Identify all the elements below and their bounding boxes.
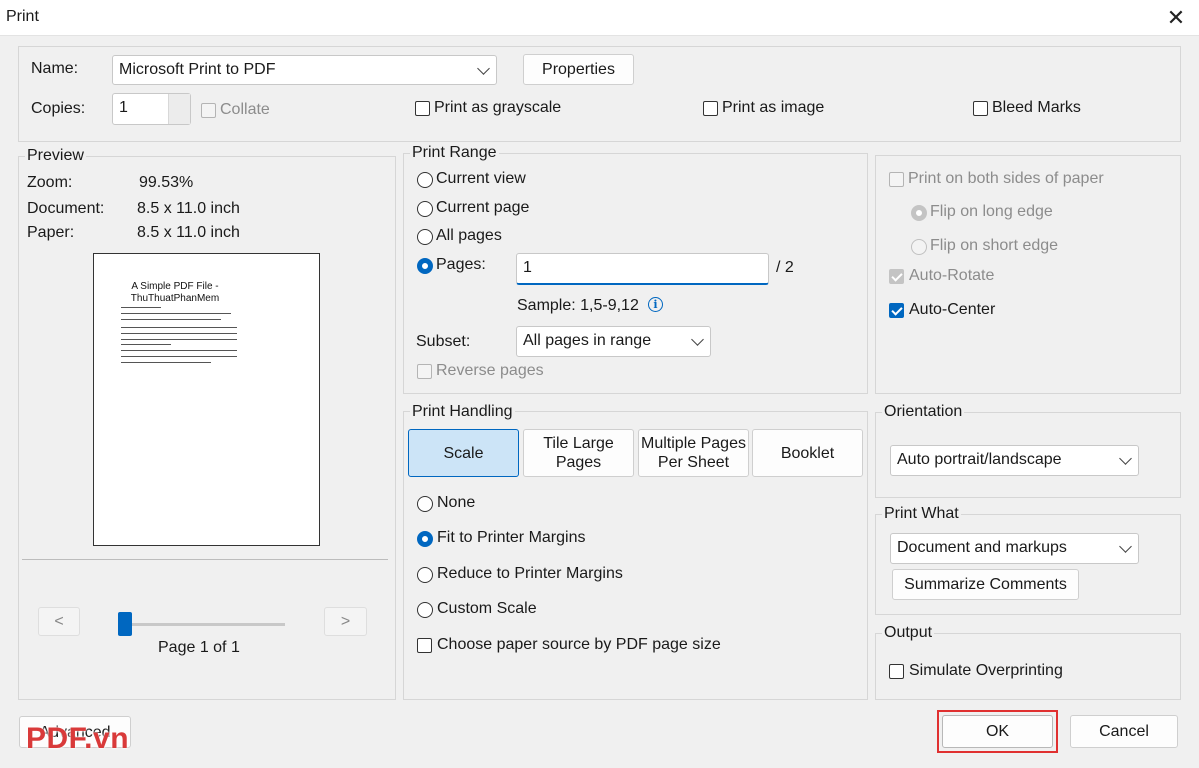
page-preview: A Simple PDF File - ThuThuatPhanMem xyxy=(93,253,320,546)
zoom-value: 99.53% xyxy=(139,174,194,191)
reduce-margins-label: Reduce to Printer Margins xyxy=(437,565,623,582)
flip-long-radio[interactable] xyxy=(911,205,927,221)
summarize-comments-button[interactable]: Summarize Comments xyxy=(892,569,1079,600)
chevron-down-icon xyxy=(477,62,490,75)
auto-rotate-label: Auto-Rotate xyxy=(909,267,995,284)
flip-long-label: Flip on long edge xyxy=(930,203,1053,220)
fit-margins-radio[interactable] xyxy=(417,531,433,547)
pages-value: 1 xyxy=(523,259,532,276)
tab-multi-line1: Multiple Pages xyxy=(641,435,746,452)
page-indicator: Page 1 of 1 xyxy=(158,639,240,656)
custom-scale-label: Custom Scale xyxy=(437,600,537,617)
paper-source-checkbox[interactable] xyxy=(417,638,432,653)
tab-multiple-pages[interactable]: Multiple Pages Per Sheet xyxy=(638,429,749,477)
page-slider-track[interactable] xyxy=(118,623,285,626)
tab-scale[interactable]: Scale xyxy=(408,429,519,477)
preview-legend: Preview xyxy=(25,147,86,165)
print-what-legend: Print What xyxy=(882,505,961,523)
both-sides-label: Print on both sides of paper xyxy=(908,170,1104,187)
cancel-button[interactable]: Cancel xyxy=(1070,715,1178,748)
print-handling-legend: Print Handling xyxy=(410,403,515,421)
bleed-marks-checkbox[interactable] xyxy=(973,101,988,116)
overprint-label: Simulate Overprinting xyxy=(909,662,1063,679)
copies-input[interactable]: 1 xyxy=(112,93,191,125)
print-as-image-label: Print as image xyxy=(722,99,825,116)
grayscale-checkbox[interactable] xyxy=(415,101,430,116)
tab-multi-line2: Per Sheet xyxy=(657,454,730,471)
grayscale-label: Print as grayscale xyxy=(434,99,562,116)
copies-value: 1 xyxy=(119,99,128,116)
printer-select-value: Microsoft Print to PDF xyxy=(119,61,276,78)
custom-scale-radio[interactable] xyxy=(417,602,433,618)
close-icon[interactable]: ✕ xyxy=(1162,4,1190,32)
overprint-checkbox[interactable] xyxy=(889,664,904,679)
print-what-value: Document and markups xyxy=(897,539,1067,556)
output-legend: Output xyxy=(882,624,935,642)
flip-short-radio[interactable] xyxy=(911,239,927,255)
pages-input[interactable]: 1 xyxy=(516,253,769,285)
auto-center-label: Auto-Center xyxy=(909,301,996,318)
subset-label: Subset: xyxy=(416,333,471,350)
flip-short-label: Flip on short edge xyxy=(930,237,1059,254)
document-label: Document: xyxy=(27,200,105,217)
subset-select[interactable]: All pages in range xyxy=(516,326,711,357)
auto-rotate-checkbox[interactable] xyxy=(889,269,904,284)
next-page-button[interactable]: > xyxy=(324,607,367,636)
bleed-marks-label: Bleed Marks xyxy=(992,99,1081,116)
current-view-radio[interactable] xyxy=(417,172,433,188)
all-pages-label: All pages xyxy=(436,227,502,244)
pages-label: Pages: xyxy=(436,256,486,273)
copies-label: Copies: xyxy=(31,100,86,117)
reverse-pages-label: Reverse pages xyxy=(436,362,544,379)
print-range-legend: Print Range xyxy=(410,144,499,162)
zoom-label: Zoom: xyxy=(27,174,73,191)
document-size: 8.5 x 11.0 inch xyxy=(137,200,240,217)
sample-text: Sample: 1,5-9,12 xyxy=(517,297,639,314)
printer-select[interactable]: Microsoft Print to PDF xyxy=(112,55,497,85)
reduce-margins-radio[interactable] xyxy=(417,567,433,583)
tab-tile-line2: Pages xyxy=(555,454,602,471)
scale-none-label: None xyxy=(437,494,476,511)
properties-button[interactable]: Properties xyxy=(523,54,634,85)
prev-page-button[interactable]: < xyxy=(38,607,80,636)
paper-label: Paper: xyxy=(27,224,75,241)
fit-margins-label: Fit to Printer Margins xyxy=(437,529,586,546)
watermark-logo: PDF.vn xyxy=(26,722,130,755)
paper-size: 8.5 x 11.0 inch xyxy=(137,224,240,241)
collate-checkbox[interactable] xyxy=(201,103,216,118)
tab-tile-large-pages[interactable]: Tile Large Pages xyxy=(523,429,634,477)
print-as-image-checkbox[interactable] xyxy=(703,101,718,116)
title-bar xyxy=(0,0,1199,36)
name-label: Name: xyxy=(31,60,79,77)
both-sides-checkbox[interactable] xyxy=(889,172,904,187)
window-title: Print xyxy=(6,8,39,25)
copies-spinner[interactable] xyxy=(168,94,190,124)
current-page-label: Current page xyxy=(436,199,530,216)
tab-tile-line1: Tile Large xyxy=(543,435,614,452)
all-pages-radio[interactable] xyxy=(417,229,433,245)
orientation-legend: Orientation xyxy=(882,403,965,421)
current-view-label: Current view xyxy=(436,170,526,187)
pages-radio[interactable] xyxy=(417,258,433,274)
page-slider-thumb[interactable] xyxy=(118,612,132,636)
tab-booklet[interactable]: Booklet xyxy=(752,429,863,477)
paper-source-label: Choose paper source by PDF page size xyxy=(437,636,721,653)
reverse-pages-checkbox[interactable] xyxy=(417,364,432,379)
auto-center-checkbox[interactable] xyxy=(889,303,904,318)
chevron-down-icon xyxy=(1119,540,1132,553)
info-icon[interactable]: i xyxy=(648,297,663,312)
scale-none-radio[interactable] xyxy=(417,496,433,512)
collate-label: Collate xyxy=(220,101,270,118)
orientation-value: Auto portrait/landscape xyxy=(897,451,1062,468)
orientation-select[interactable]: Auto portrait/landscape xyxy=(890,445,1139,476)
preview-page-title: A Simple PDF File - ThuThuatPhanMem xyxy=(130,281,220,304)
preview-divider xyxy=(22,559,388,560)
current-page-radio[interactable] xyxy=(417,201,433,217)
subset-value: All pages in range xyxy=(523,332,652,349)
pages-total: / 2 xyxy=(776,259,794,276)
ok-button[interactable]: OK xyxy=(942,715,1053,748)
print-what-select[interactable]: Document and markups xyxy=(890,533,1139,564)
chevron-down-icon xyxy=(691,333,704,346)
chevron-down-icon xyxy=(1119,452,1132,465)
